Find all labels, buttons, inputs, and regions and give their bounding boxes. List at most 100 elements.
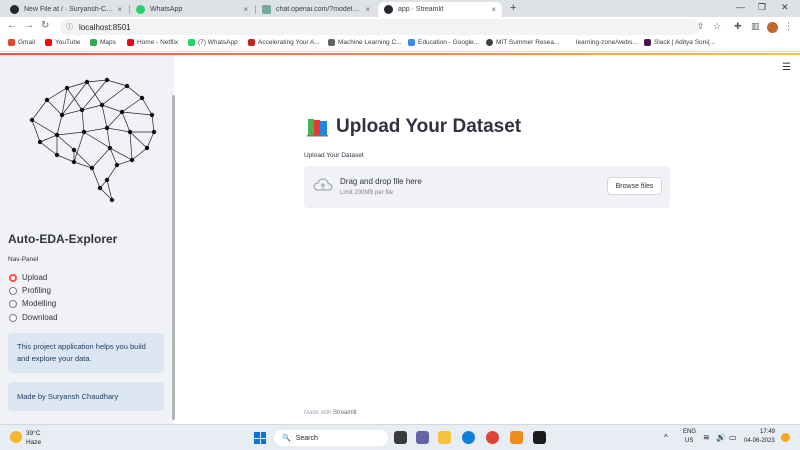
bookmark-star-icon[interactable]: ☆ <box>713 21 721 32</box>
teams-chat-icon[interactable] <box>416 431 429 444</box>
gmail-icon <box>8 39 15 46</box>
radio-unselected-icon[interactable] <box>9 313 17 322</box>
netflix-icon <box>127 39 134 46</box>
tab-whatsapp[interactable]: WhatsApp × <box>130 2 254 17</box>
close-icon[interactable]: × <box>243 5 248 14</box>
bookmark-gmail[interactable]: Gmail <box>8 39 35 46</box>
tray-chevron-up-icon[interactable]: ^ <box>664 433 668 442</box>
weather-sun-icon[interactable] <box>10 431 22 443</box>
file-uploader-label: Upload Your Dataset <box>304 152 364 159</box>
kebab-menu-icon[interactable]: ⋮ <box>784 21 793 32</box>
bookmark-ml-course[interactable]: Machine Learning C... <box>328 39 402 46</box>
edge-icon[interactable] <box>462 431 475 444</box>
reload-icon[interactable]: ↻ <box>41 20 49 31</box>
bookmark-label: Accelerating Your A... <box>258 39 320 46</box>
weather-condition[interactable]: Haze <box>26 439 41 446</box>
windows-start-icon[interactable] <box>254 432 266 444</box>
clock-date[interactable]: 04-06-2023 <box>744 438 775 444</box>
radio-unselected-icon[interactable] <box>9 286 17 295</box>
bookmark-education-google[interactable]: Education - Google... <box>408 39 479 46</box>
bookmark-youtube[interactable]: YouTube <box>45 39 81 46</box>
streamlit-link[interactable]: Streamlit <box>333 410 357 416</box>
address-bar[interactable]: ⓘ localhost:8501 <box>60 19 700 35</box>
share-icon[interactable]: ⇪ <box>697 21 705 32</box>
bookmark-label: Machine Learning C... <box>338 39 402 46</box>
tab-chatgpt[interactable]: chat.openai.com/?model=text-d... × <box>256 2 376 17</box>
taskbar-search[interactable]: 🔍 Search <box>274 430 388 446</box>
radio-label: Modelling <box>22 299 57 308</box>
language-indicator[interactable]: ENG <box>683 429 696 435</box>
hamburger-menu-icon[interactable]: ☰ <box>782 62 791 73</box>
sidepanel-icon[interactable]: ▥ <box>751 21 760 32</box>
wifi-icon[interactable]: ≋ <box>703 433 710 442</box>
radio-download[interactable]: Download <box>9 313 58 322</box>
file-explorer-icon[interactable] <box>438 431 451 444</box>
weather-temperature[interactable]: 39°C <box>26 430 41 437</box>
tab-title: chat.openai.com/?model=text-d... <box>276 6 361 13</box>
site-icon <box>328 39 335 46</box>
info-icon[interactable]: ⓘ <box>66 22 73 32</box>
radio-unselected-icon[interactable] <box>9 299 17 308</box>
radio-label: Upload <box>22 273 48 282</box>
notification-icon[interactable] <box>781 433 790 442</box>
close-icon[interactable]: × <box>491 5 496 14</box>
page-title: Upload Your Dataset <box>306 116 521 138</box>
back-arrow-icon[interactable]: ← <box>7 20 17 31</box>
nav-panel-label: Nav-Panel <box>8 256 39 263</box>
clock-time[interactable]: 17:49 <box>760 429 775 435</box>
whatsapp-icon <box>136 5 145 14</box>
bookmark-label: Maps <box>100 39 116 46</box>
radio-label: Download <box>22 313 58 322</box>
window-close-icon[interactable]: ✕ <box>781 2 789 13</box>
radio-selected-icon[interactable] <box>9 273 17 282</box>
github-icon <box>486 39 493 46</box>
bookmark-label: MIT Summer Resea... <box>496 39 560 46</box>
tab-github[interactable]: New File at / · Suryansh-Codes2... × <box>4 2 128 17</box>
bookmark-accelerating[interactable]: Accelerating Your A... <box>248 39 320 46</box>
books-icon <box>307 119 328 137</box>
bookmark-maps[interactable]: Maps <box>90 39 116 46</box>
url-text: localhost:8501 <box>79 22 131 32</box>
bookmark-learning-zone[interactable]: learning-zone/webs... <box>576 39 638 46</box>
file-dropzone[interactable]: Drag and drop file here Limit 200MB per … <box>304 166 670 208</box>
extensions-icon[interactable]: ✚ <box>734 21 742 32</box>
volume-icon[interactable]: 🔊 <box>716 433 726 442</box>
language-region[interactable]: US <box>685 438 693 444</box>
close-icon[interactable]: × <box>365 5 370 14</box>
tab-title: WhatsApp <box>150 6 183 13</box>
battery-icon[interactable]: ▭ <box>729 433 737 442</box>
minimize-icon[interactable]: — <box>736 2 745 12</box>
pycharm-icon[interactable] <box>533 431 546 444</box>
close-icon[interactable]: × <box>117 5 122 14</box>
tab-streamlit-app[interactable]: app · Streamlit × <box>378 2 502 17</box>
task-view-icon[interactable] <box>394 431 407 444</box>
radio-modelling[interactable]: Modelling <box>9 299 56 308</box>
forward-arrow-icon[interactable]: → <box>24 20 34 31</box>
file-size-limit: Limit 200MB per file <box>340 190 394 196</box>
bookmark-mit-summer[interactable]: MIT Summer Resea... <box>486 39 559 46</box>
bookmark-whatsapp[interactable]: (7) WhatsApp <box>188 39 238 46</box>
radio-profiling[interactable]: Profiling <box>9 286 51 295</box>
bookmark-label: Education - Google... <box>418 39 480 46</box>
new-tab-button[interactable]: + <box>510 2 516 14</box>
bookmark-slack[interactable]: Slack | Aditya Soni(... <box>644 39 715 46</box>
slack-icon <box>644 39 651 46</box>
radio-upload[interactable]: Upload <box>9 273 47 282</box>
maps-icon <box>90 39 97 46</box>
restore-icon[interactable]: ❐ <box>758 2 766 13</box>
sublime-text-icon[interactable] <box>510 431 523 444</box>
github-icon <box>10 5 19 14</box>
openai-icon <box>262 5 271 14</box>
search-label: Search <box>295 434 318 442</box>
profile-avatar[interactable] <box>767 22 778 33</box>
bookmark-netflix[interactable]: Home - Netflix <box>127 39 178 46</box>
bookmark-label: YouTube <box>55 39 81 46</box>
made-by-box: Made by Suryansh Chaudhary <box>8 382 164 411</box>
bookmark-label: Home - Netflix <box>137 39 179 46</box>
page-title-text: Upload Your Dataset <box>336 116 522 137</box>
sidebar-scrollbar[interactable] <box>172 95 175 420</box>
chrome-icon[interactable] <box>486 431 499 444</box>
footer-prefix: Made with <box>304 410 332 416</box>
brain-network-image <box>29 77 157 203</box>
browse-files-button[interactable]: Browse files <box>607 177 662 195</box>
